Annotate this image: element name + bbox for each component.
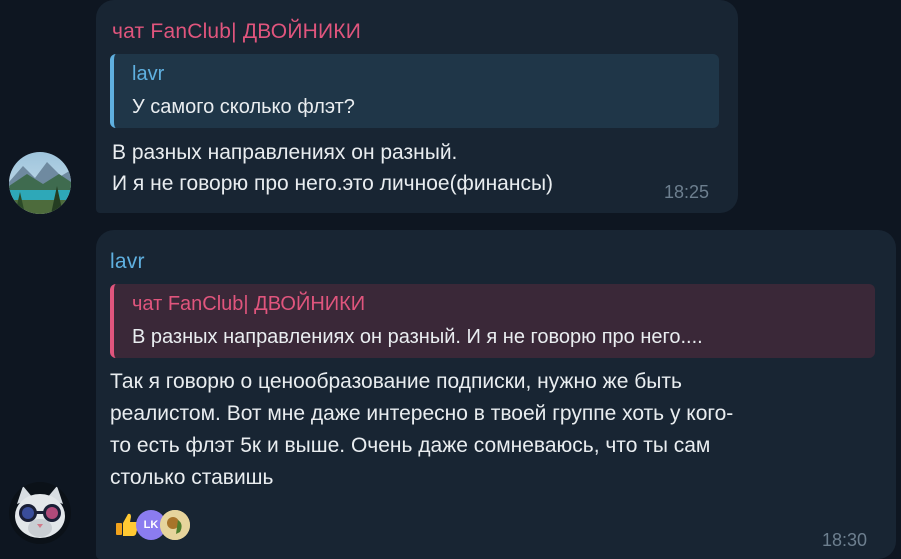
sender-name[interactable]: чат FanClub| ДВОЙНИКИ [112, 20, 361, 44]
message-line: столько ставишь [110, 466, 274, 489]
sender-avatar-cat[interactable] [9, 482, 71, 544]
user-avatar-icon [160, 510, 190, 540]
reply-text: В разных направлениях он разный. И я не … [132, 326, 703, 348]
message-time: 18:30 [822, 530, 868, 550]
message-line: реалистом. Вот мне даже интересно в твое… [110, 402, 734, 425]
reply-text: У самого сколько флэт? [132, 96, 355, 118]
message-time: 18:25 [664, 182, 710, 202]
sender-name[interactable]: lavr [110, 250, 145, 274]
reaction-user-avatar[interactable] [160, 510, 190, 540]
cat-avatar-image [9, 482, 71, 544]
reply-quote[interactable]: чат FanClub| ДВОЙНИКИ В разных направлен… [110, 284, 875, 358]
message-line: то есть флэт 5к и выше. Очень даже сомне… [110, 434, 711, 457]
sender-avatar-landscape[interactable] [9, 152, 71, 214]
reply-author: lavr [132, 63, 165, 85]
message-line: И я не говорю про него.это личное(финанс… [112, 172, 554, 195]
message-line: Так я говорю о ценообразование подписки,… [110, 370, 682, 393]
reply-quote[interactable]: lavr У самого сколько флэт? [110, 54, 719, 128]
user-initials-badge: LK [143, 519, 159, 531]
reactions-bar[interactable]: LK [112, 510, 190, 540]
message-bubble[interactable]: lavr чат FanClub| ДВОЙНИКИ В разных напр… [96, 230, 896, 559]
reply-author: чат FanClub| ДВОЙНИКИ [132, 293, 366, 315]
message-line: В разных направлениях он разный. [112, 141, 458, 164]
landscape-avatar-image [9, 152, 71, 214]
message-bubble[interactable]: чат FanClub| ДВОЙНИКИ lavr У самого скол… [96, 0, 738, 213]
